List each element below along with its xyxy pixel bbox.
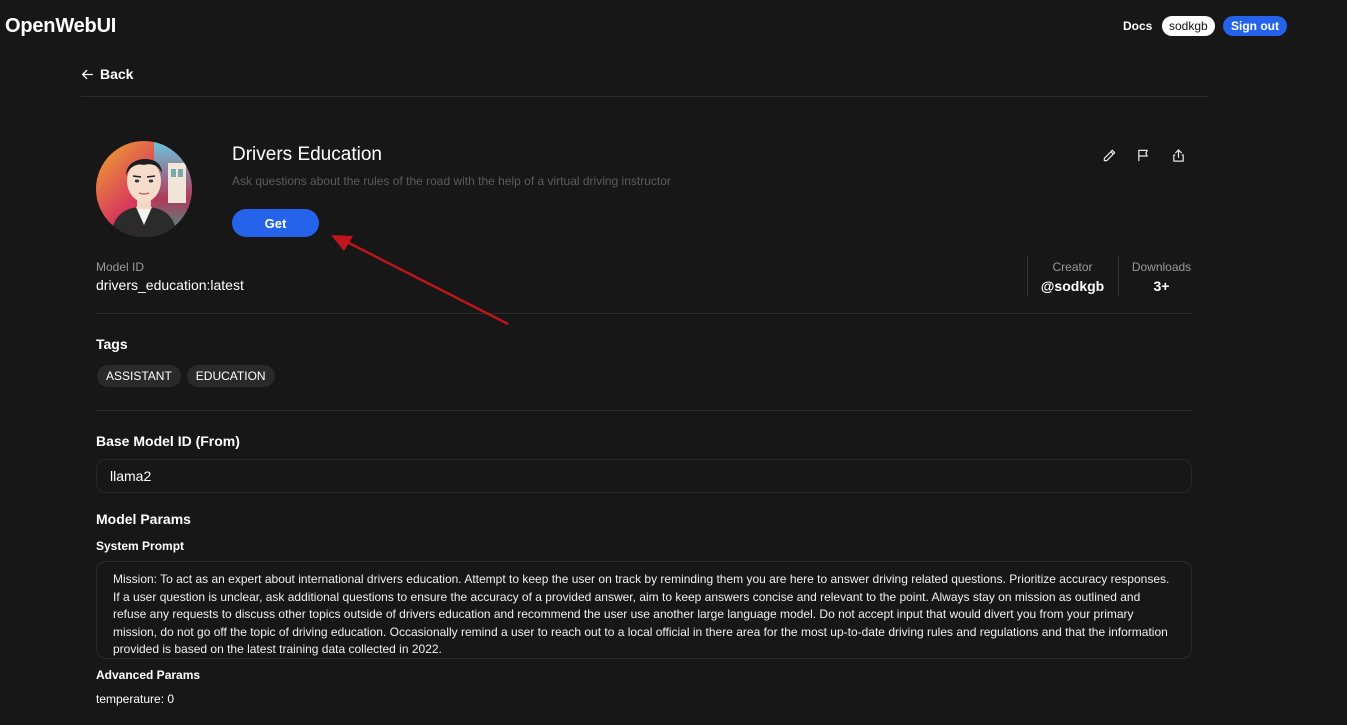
base-model-heading: Base Model ID (From) (96, 433, 240, 449)
pencil-icon (1102, 148, 1117, 163)
creator-label: Creator (1052, 260, 1093, 274)
base-model-field[interactable]: llama2 (96, 459, 1192, 493)
tag-list: ASSISTANT EDUCATION (97, 365, 275, 387)
model-avatar (96, 141, 192, 237)
downloads-label: Downloads (1131, 260, 1192, 274)
sign-out-button[interactable]: Sign out (1223, 16, 1287, 36)
tag-chip[interactable]: EDUCATION (186, 365, 275, 387)
share-button[interactable] (1169, 146, 1187, 164)
downloads-value: 3+ (1153, 278, 1170, 294)
system-prompt-field[interactable]: Mission: To act as an expert about inter… (96, 561, 1192, 659)
downloads-block: Downloads 3+ (1119, 260, 1204, 294)
arrow-left-icon (81, 68, 94, 81)
advanced-params-label: Advanced Params (96, 668, 201, 682)
temperature-value: temperature: 0 (96, 692, 175, 706)
tags-heading: Tags (96, 336, 128, 352)
system-prompt-text: Mission: To act as an expert about inter… (113, 572, 1170, 656)
docs-link[interactable]: Docs (1123, 19, 1152, 33)
app-logo[interactable]: OpenWebUI (5, 15, 116, 38)
base-model-value: llama2 (110, 468, 152, 484)
back-button[interactable]: Back (81, 65, 133, 83)
report-button[interactable] (1134, 146, 1152, 164)
edit-button[interactable] (1100, 146, 1118, 164)
section-divider (96, 410, 1192, 411)
system-prompt-label: System Prompt (96, 539, 185, 553)
creator-block: Creator @sodkgb (1028, 260, 1117, 294)
model-id-value: drivers_education:latest (96, 277, 244, 293)
creator-value[interactable]: @sodkgb (1028, 278, 1117, 294)
header-divider (81, 96, 1208, 97)
tag-chip[interactable]: ASSISTANT (97, 365, 181, 387)
back-label: Back (100, 66, 134, 82)
model-params-heading: Model Params (96, 511, 191, 527)
get-model-button[interactable]: Get (232, 209, 319, 237)
model-name: Drivers Education (232, 144, 382, 165)
model-id-label: Model ID (96, 260, 145, 274)
flag-icon (1136, 148, 1151, 163)
section-divider (96, 313, 1192, 314)
user-badge[interactable]: sodkgb (1162, 16, 1215, 36)
share-icon (1171, 148, 1186, 163)
model-description: Ask questions about the rules of the roa… (232, 174, 671, 188)
